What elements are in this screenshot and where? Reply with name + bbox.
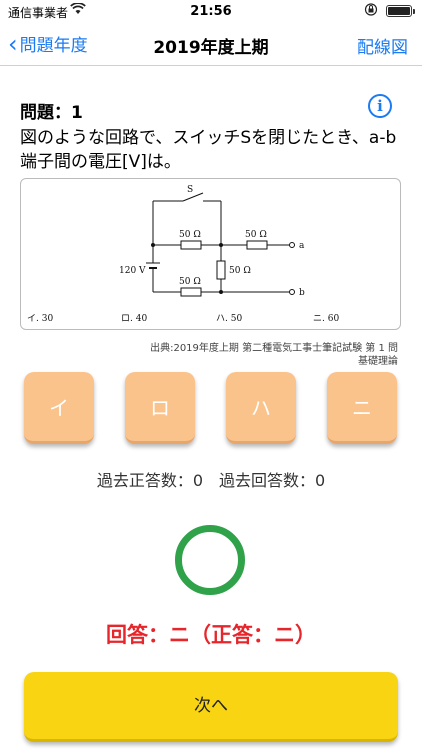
result-text: 回答：ニ（正答：ニ）: [106, 623, 316, 647]
source-voltage-label: 120 V: [119, 266, 146, 276]
answer-button-i[interactable]: イ: [24, 372, 94, 444]
orientation-lock-icon: [364, 3, 378, 19]
terminal-a-label: a: [299, 241, 305, 251]
past-answer-stats: 過去正答数：0 過去回答数：0: [96, 471, 326, 490]
question-category: 基礎理論: [358, 356, 398, 367]
correct-circle-icon: [175, 525, 245, 595]
figure-choice-3: ハ. 50: [216, 314, 242, 324]
next-button[interactable]: 次へ: [24, 672, 398, 742]
question-text: 図のような回路で、スイッチSを閉じたとき、a-b端子間の電圧[V]は。: [20, 128, 397, 172]
resistor-bottom-label: 50 Ω: [179, 277, 201, 287]
resistor-right-label: 50 Ω: [245, 230, 267, 240]
resistor-middle-label: 50 Ω: [229, 266, 251, 276]
navigation-bar: ‹ 問題年度 2019年度上期 配線図: [0, 22, 422, 66]
figure-choice-4: ニ. 60: [313, 314, 339, 324]
resistor-top-label: 50 Ω: [179, 230, 201, 240]
battery-icon: [386, 5, 415, 17]
answer-button-ro[interactable]: ロ: [125, 372, 195, 444]
switch-label: S: [187, 185, 193, 195]
wiring-diagram-button[interactable]: 配線図: [357, 33, 408, 58]
clock: 21:56: [190, 4, 232, 19]
question-number: 問題：1: [20, 103, 83, 123]
status-bar: 通信事業者 21:56: [0, 0, 422, 22]
info-icon[interactable]: i: [368, 94, 392, 118]
circuit-figure: S 50 Ω 50 Ω 50 Ω 50 Ω 120 V a b イ. 30 ロ.…: [20, 178, 401, 330]
answer-button-ni[interactable]: ニ: [327, 372, 397, 444]
figure-choice-2: ロ. 40: [121, 314, 147, 324]
answer-button-ha[interactable]: ハ: [226, 372, 296, 444]
figure-choice-1: イ. 30: [27, 314, 53, 324]
terminal-b-label: b: [299, 288, 305, 298]
